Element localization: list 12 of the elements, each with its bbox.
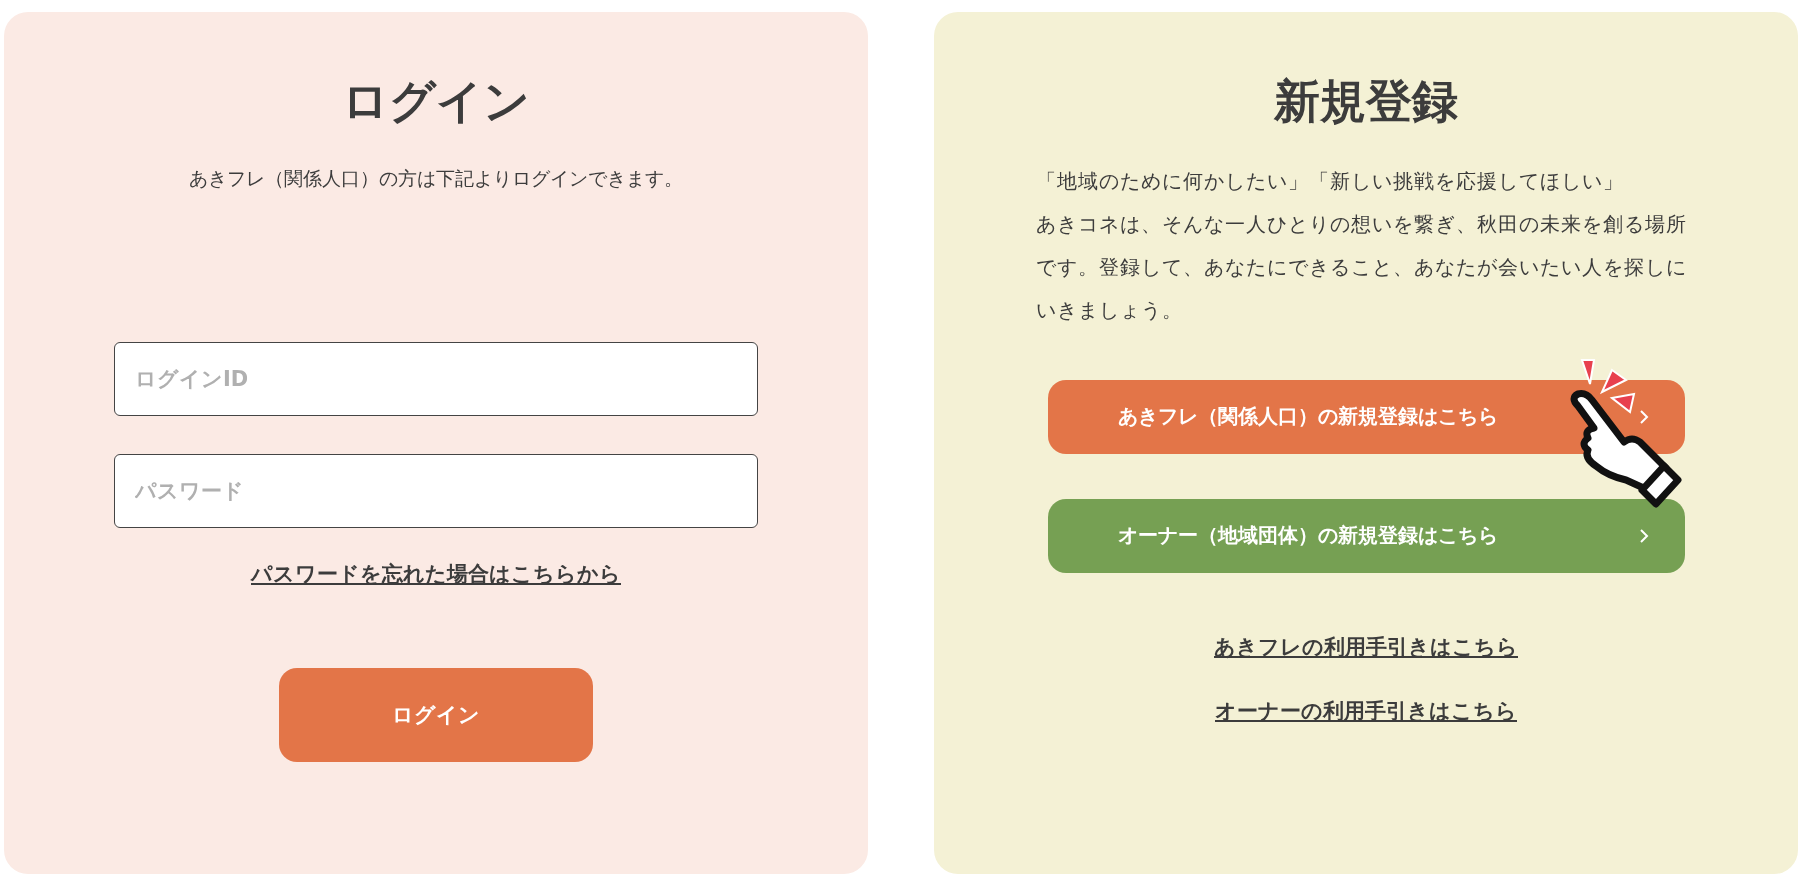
forgot-password-link[interactable]: パスワードを忘れた場合はこちらから [251,559,621,588]
guide-link[interactable]: オーナーの利用手引きはこちら [1215,696,1517,725]
register-paragraph: 「地域のために何かしたい」「新しい挑戦を応援してほしい」 [1036,167,1625,195]
login-title: ログイン [342,73,530,130]
register-paragraph: あきコネは、そんな一人ひとりの想いを繋ぎ、秋田の未来を創る場所です。登録して、あなたにできること、あなたが会いたい人を探しにいきましょう。 [1036,210,1688,324]
input-field[interactable]: パスワード [114,453,758,528]
guide-link[interactable]: あきフレの利用手引きはこちら [1214,632,1518,661]
register-title: 新規登録 [1274,73,1458,130]
chevron-icon [1638,408,1649,425]
login-description: あきフレ（関係人口）の方は下記よりログインできます。 [189,165,683,191]
chevron-icon [1638,527,1649,544]
input-field[interactable]: ログインID [114,341,758,416]
